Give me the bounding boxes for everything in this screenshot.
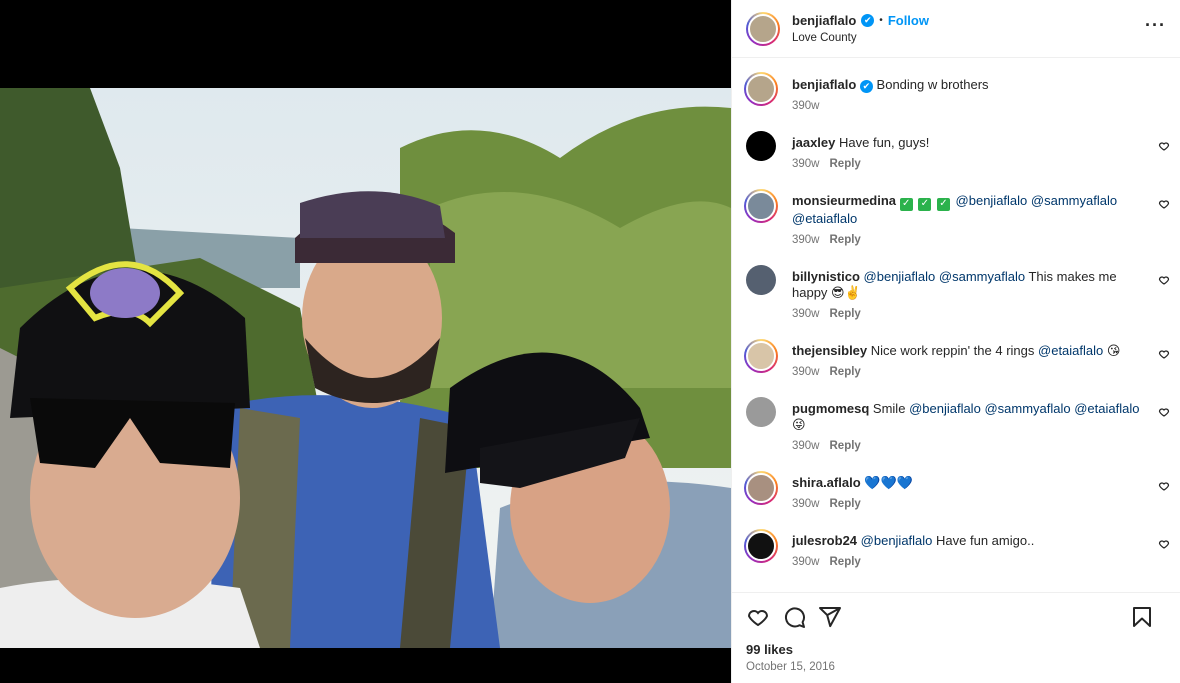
more-options-icon[interactable]: ··· [1145,15,1166,36]
comment-heart-icon[interactable] [1158,140,1170,152]
mention-link[interactable]: @sammyaflalo [984,401,1070,416]
comment-time[interactable]: 390w [792,366,820,378]
post-location[interactable]: Love County [792,32,929,44]
verified-badge-icon: ✔ [861,14,875,27]
comment-text: Smile [872,400,906,416]
commenter-username[interactable]: julesrob24 [792,533,857,548]
comment-heart-icon[interactable] [1158,480,1170,492]
comment-item: monsieurmedina ✓ ✓ ✓ @benjiaflalo @sammy… [744,187,1180,246]
comment-heart-icon[interactable] [1158,198,1170,210]
comment-text: Nice work reppin' the 4 rings [870,342,1035,358]
caption-item: benjiaflalo ✔ Bonding w brothers 390w [744,70,1180,112]
post-date[interactable]: October 15, 2016 [732,657,1180,683]
mention-link[interactable]: @etaiaflalo [1074,401,1139,416]
commenter-username[interactable]: billynistico [792,269,860,284]
comment-time[interactable]: 390w [792,308,820,320]
mention-link[interactable]: @benjiaflalo [861,533,933,548]
commenter-username[interactable]: shira.aflalo [792,475,861,490]
reply-button[interactable]: Reply [830,158,861,170]
reply-button[interactable]: Reply [830,308,861,320]
check-emoji-icon: ✓ [918,197,932,211]
commenter-avatar[interactable] [746,264,776,295]
commenter-avatar[interactable] [744,528,778,563]
mention-link[interactable]: @etaiaflalo [1038,343,1103,358]
reply-button[interactable]: Reply [830,498,861,510]
comments-list: benjiaflalo ✔ Bonding w brothers 390w ja… [732,58,1180,592]
check-emoji-icon: ✓ [899,197,913,211]
mention-link[interactable]: @benjiaflalo [864,269,936,284]
commenter-username[interactable]: monsieurmedina [792,193,896,208]
commenter-avatar[interactable] [744,470,778,505]
comment-heart-icon[interactable] [1158,538,1170,550]
comment-item: pugmomesq Smile @benjiaflalo @sammyaflal… [744,395,1180,452]
comment-text: 😘 [1106,342,1121,358]
comment-item: jaaxley Have fun, guys! 390w Reply [744,129,1180,170]
verified-badge-icon: ✔ [859,79,873,93]
comment-time[interactable]: 390w [792,234,820,246]
reply-button[interactable]: Reply [830,556,861,568]
check-emoji-icon: ✓ [936,197,950,211]
mention-link[interactable]: @etaiaflalo [792,211,857,226]
comment-text: 😜 [792,416,806,432]
mention-link[interactable]: @benjiaflalo [956,193,1028,208]
share-icon[interactable] [818,605,842,629]
post-photo[interactable] [0,88,731,648]
author-avatar[interactable] [746,11,780,46]
bookmark-icon[interactable] [1130,605,1154,629]
reply-button[interactable]: Reply [830,440,861,452]
commenter-avatar[interactable] [744,338,778,373]
comment-time[interactable]: 390w [792,440,820,452]
action-bar [732,592,1180,640]
comment-time[interactable]: 390w [792,158,820,170]
comment-heart-icon[interactable] [1158,274,1170,286]
author-username[interactable]: benjiaflalo [792,13,856,28]
comment-time[interactable]: 390w [792,498,820,510]
post-dialog: benjiaflalo ✔ • Follow Love County ··· b… [0,0,1180,683]
comment-text: Have fun, guys! [839,135,930,150]
reply-button[interactable]: Reply [830,366,861,378]
mention-link[interactable]: @benjiaflalo [909,401,981,416]
mention-link[interactable]: @sammyaflalo [1031,193,1117,208]
commenter-avatar[interactable] [744,189,778,223]
commenter-username[interactable]: thejensibley [792,343,867,358]
heart-icon[interactable] [746,605,770,629]
comment-item: shira.aflalo 💙💙💙 390w Reply [744,469,1180,510]
comment-text: 💙💙💙 [864,474,913,490]
post-sidebar: benjiaflalo ✔ • Follow Love County ··· b… [731,0,1180,683]
comment-item: julesrob24 @benjiaflalo Have fun amigo..… [744,527,1180,568]
commenter-username[interactable]: jaaxley [792,135,835,150]
follow-button[interactable]: Follow [888,13,929,28]
comment-item: thejensibley Nice work reppin' the 4 rin… [744,337,1180,378]
comment-heart-icon[interactable] [1158,348,1170,360]
comment-item: billynistico @benjiaflalo @sammyaflalo T… [744,263,1180,320]
reply-button[interactable]: Reply [830,234,861,246]
caption-avatar[interactable] [744,72,778,106]
mention-link[interactable]: @sammyaflalo [939,269,1025,284]
commenter-avatar[interactable] [746,396,776,427]
like-count[interactable]: 99 likes [732,640,1180,657]
comment-icon[interactable] [782,605,806,629]
caption-text: Bonding w brothers [876,77,989,92]
caption-time[interactable]: 390w [792,100,820,112]
comment-time[interactable]: 390w [792,556,820,568]
commenter-avatar[interactable] [746,131,776,161]
commenter-username[interactable]: pugmomesq [792,401,869,416]
caption-username[interactable]: benjiaflalo [792,77,856,92]
comment-heart-icon[interactable] [1158,406,1170,418]
comment-text: Have fun amigo.. [936,532,1035,548]
post-header: benjiaflalo ✔ • Follow Love County ··· [732,0,1180,58]
separator-dot: • [879,15,883,26]
post-media [0,0,731,683]
